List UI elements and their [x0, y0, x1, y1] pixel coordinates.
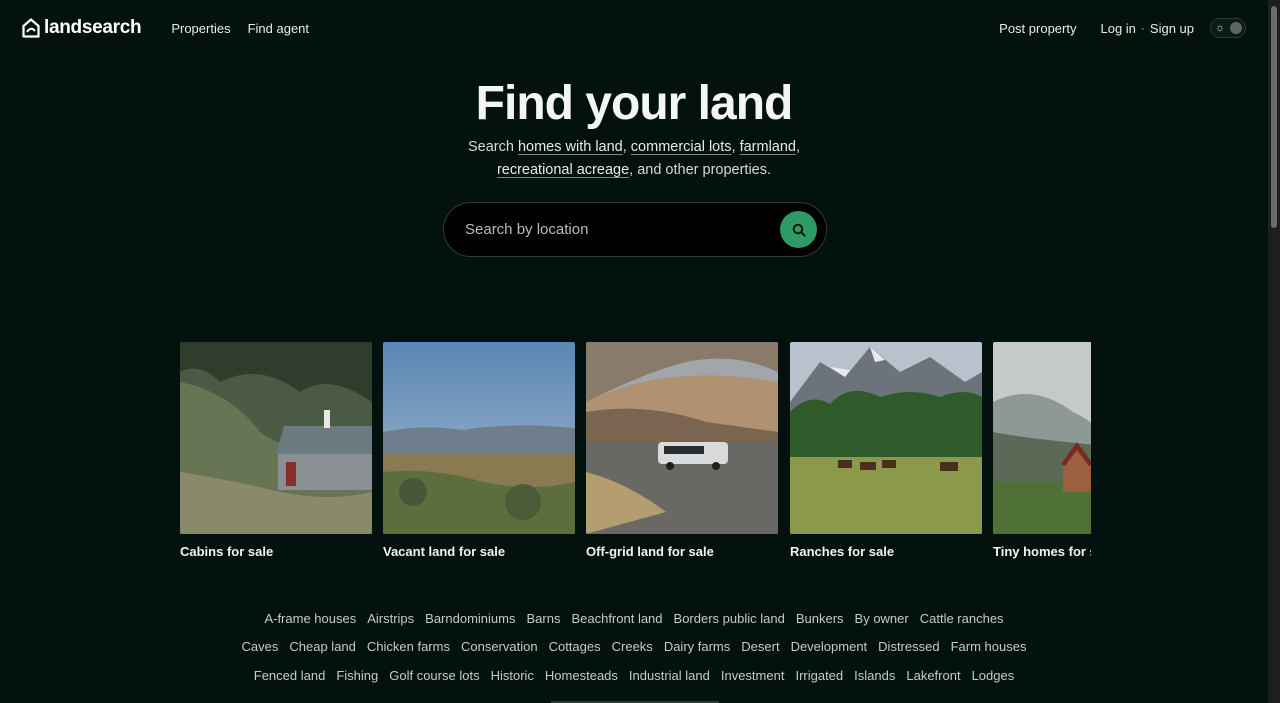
category-tags: A-frame houses Airstrips Barndominiums Barn…: [0, 604, 1268, 690]
card-vacant-land[interactable]: Vacant land for sale: [383, 342, 575, 559]
tag-link[interactable]: Industrial land: [629, 668, 710, 683]
scrollbar-thumb[interactable]: [1271, 6, 1277, 228]
tag-link[interactable]: Lodges: [972, 668, 1015, 683]
search-button[interactable]: [780, 211, 817, 248]
tag-link[interactable]: Lakefront: [906, 668, 960, 683]
post-property-link[interactable]: Post property: [999, 21, 1076, 36]
tag-row-3: Fenced land Fishing Golf course lots Histor…: [0, 661, 1268, 690]
tag-link[interactable]: Fenced land: [254, 668, 326, 683]
theme-toggle[interactable]: ☼: [1210, 18, 1246, 38]
sub-text: ,: [731, 139, 740, 155]
logo-text: landsearch: [44, 17, 142, 38]
tag-link[interactable]: Caves: [242, 639, 279, 654]
signup-link[interactable]: Sign up: [1150, 21, 1194, 36]
sun-icon: ☼: [1215, 22, 1226, 34]
tag-link[interactable]: Airstrips: [367, 611, 414, 626]
tag-link[interactable]: Borders public land: [674, 611, 785, 626]
top-header: landsearch Properties Find agent Post pr…: [0, 0, 1268, 56]
separator: ·: [1140, 21, 1145, 35]
tag-row-1: A-frame houses Airstrips Barndominiums Barn…: [0, 604, 1268, 633]
sub-text: Search: [467, 139, 518, 155]
page-title: Find your land: [475, 77, 794, 130]
link-homes-with-land[interactable]: homes with land: [518, 139, 623, 155]
tag-link[interactable]: Conservation: [461, 639, 538, 654]
card-cabins[interactable]: Cabins for sale: [180, 342, 372, 559]
tag-link[interactable]: Cheap land: [289, 639, 356, 654]
tag-link[interactable]: Irrigated: [795, 668, 843, 683]
tag-link[interactable]: Beachfront land: [571, 611, 662, 626]
page-scrollbar[interactable]: [1268, 0, 1280, 703]
tag-link[interactable]: Historic: [491, 668, 534, 683]
hero-subtitle: Search homes with land, commercial lots,…: [0, 136, 1268, 182]
cabin-photo: [180, 342, 372, 534]
ranch-photo: [790, 342, 982, 534]
tag-link[interactable]: Cattle ranches: [920, 611, 1004, 626]
sub-text: , and other properties.: [629, 162, 772, 178]
tag-link[interactable]: Creeks: [612, 639, 653, 654]
tag-link[interactable]: Distressed: [878, 639, 939, 654]
link-commercial-lots[interactable]: commercial lots: [631, 139, 732, 155]
off-grid-photo: [586, 342, 778, 534]
tag-link[interactable]: Chicken farms: [367, 639, 450, 654]
card-off-grid-land[interactable]: Off-grid land for sale: [586, 342, 778, 559]
sub-text: ,: [796, 139, 801, 155]
logo-link[interactable]: landsearch: [22, 17, 142, 39]
tag-row-2: Caves Cheap land Chicken farms Conservation…: [0, 633, 1268, 662]
login-link[interactable]: Log in: [1100, 21, 1135, 36]
tag-link[interactable]: Golf course lots: [389, 668, 479, 683]
link-farmland[interactable]: farmland: [740, 139, 796, 155]
tag-link[interactable]: Investment: [721, 668, 785, 683]
nav-properties[interactable]: Properties: [171, 21, 230, 36]
tag-link[interactable]: Barns: [526, 611, 560, 626]
tag-link[interactable]: Farm houses: [951, 639, 1027, 654]
search-icon: [792, 223, 805, 236]
card-label: Ranches for sale: [790, 544, 895, 559]
vacant-land-photo: [383, 342, 575, 534]
tag-link[interactable]: Desert: [741, 639, 779, 654]
tag-link[interactable]: Barndominiums: [425, 611, 515, 626]
sub-text: ,: [622, 139, 631, 155]
tag-link[interactable]: Development: [791, 639, 868, 654]
link-recreational-acreage[interactable]: recreational acreage: [497, 162, 629, 178]
card-label: Off-grid land for sale: [586, 544, 714, 559]
card-label: Cabins for sale: [180, 544, 274, 559]
card-label: Tiny homes for sale: [993, 544, 1091, 559]
nav-find-agent[interactable]: Find agent: [248, 21, 309, 36]
card-ranches[interactable]: Ranches for sale: [790, 342, 982, 559]
card-label: Vacant land for sale: [383, 544, 506, 559]
location-search-bar: [443, 202, 827, 257]
header-actions: Post property Log in · Sign up ☼: [999, 18, 1246, 38]
tag-link[interactable]: Cottages: [549, 639, 601, 654]
tiny-home-photo: [993, 342, 1091, 534]
tag-link[interactable]: Dairy farms: [664, 639, 730, 654]
tag-link[interactable]: By owner: [855, 611, 909, 626]
tag-link[interactable]: Fishing: [336, 668, 378, 683]
tag-link[interactable]: A-frame houses: [264, 611, 356, 626]
tag-link[interactable]: Homesteads: [545, 668, 618, 683]
tag-link[interactable]: Islands: [854, 668, 895, 683]
home-logo-icon: [22, 18, 40, 38]
toggle-knob: [1230, 22, 1242, 34]
tag-link[interactable]: Bunkers: [796, 611, 844, 626]
category-carousel: Cabins for sale Vacant land for sale Off…: [180, 342, 1091, 562]
card-tiny-homes[interactable]: Tiny homes for sale: [993, 342, 1091, 559]
main-nav: Properties Find agent: [171, 21, 309, 36]
search-input[interactable]: [465, 221, 765, 238]
